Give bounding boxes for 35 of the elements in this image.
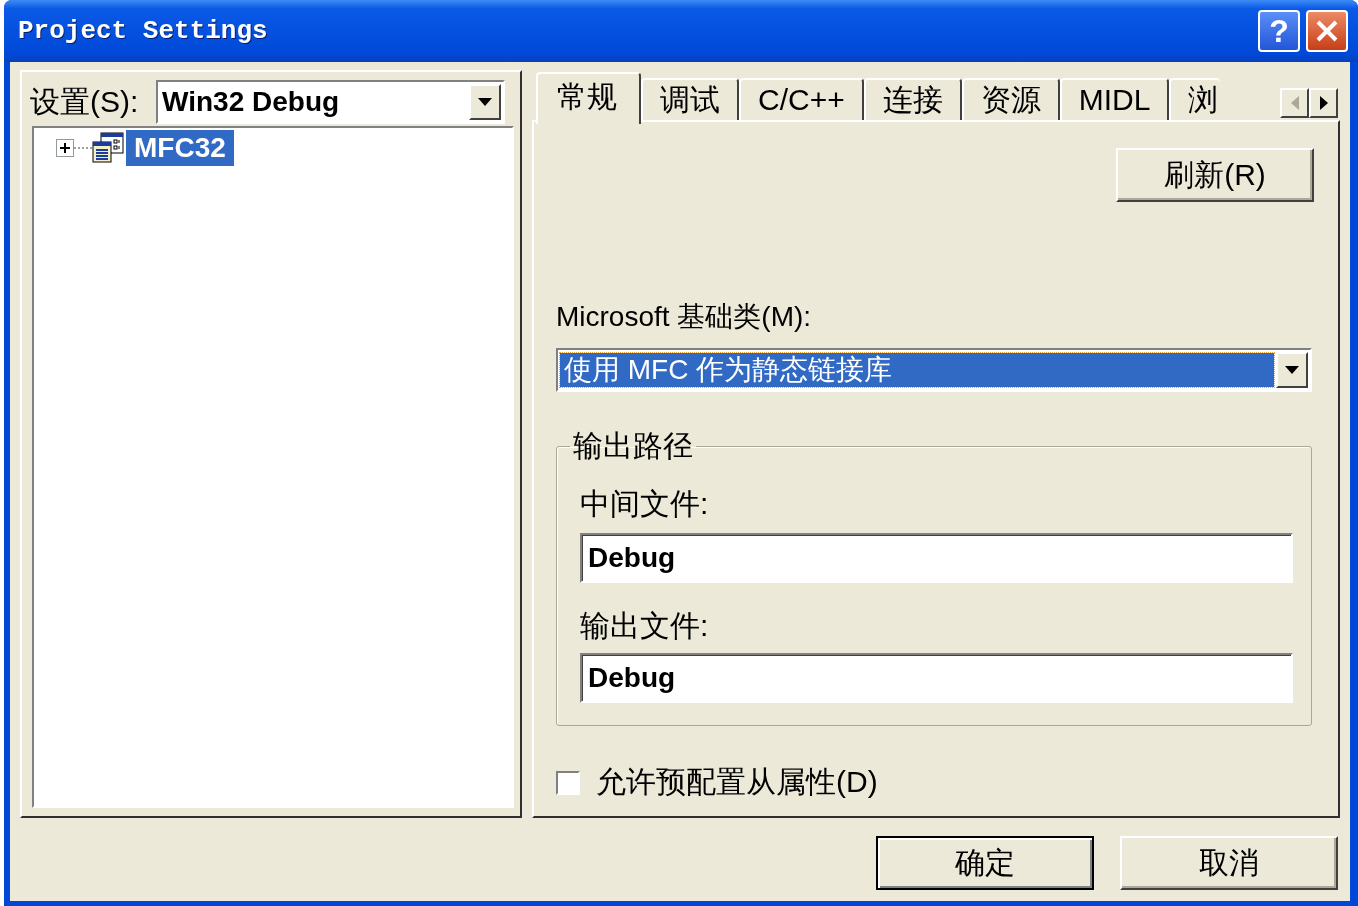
dropdown-button[interactable] — [469, 84, 501, 120]
tab[interactable]: C/C++ — [739, 78, 864, 120]
text-field[interactable]: Debug — [580, 653, 1293, 703]
tree-item[interactable]: MFC32 — [126, 130, 234, 166]
window-title: Project Settings — [18, 16, 268, 46]
caret-icon — [478, 98, 492, 106]
field-label: 输出文件: — [580, 609, 710, 643]
tab[interactable]: 常规 — [536, 72, 641, 124]
caret-icon — [1285, 366, 1299, 374]
framework-dropdown[interactable]: 使用 MFC 作为静态链接库 — [556, 348, 1312, 392]
checkbox[interactable] — [556, 770, 580, 795]
close-button[interactable] — [1306, 10, 1348, 52]
tab[interactable]: 资源 — [961, 78, 1060, 120]
tab[interactable]: 调试 — [641, 78, 739, 120]
tab[interactable]: 浏 — [1169, 78, 1221, 120]
dropdown-button[interactable] — [1276, 352, 1308, 388]
help-button[interactable]: ? — [1258, 10, 1300, 52]
right-triangle-icon — [1319, 96, 1328, 110]
dialog-button[interactable]: 确定 — [876, 836, 1094, 890]
checkbox-label: 允许预配置从属性(D) — [596, 764, 878, 800]
tab-scroll-button[interactable] — [1309, 88, 1338, 118]
close-icon — [1316, 20, 1338, 42]
project-window-icon — [92, 132, 124, 164]
expand-icon[interactable] — [56, 139, 74, 157]
framework-label: Microsoft 基础类(M): — [556, 300, 813, 334]
tab[interactable]: MIDL — [1059, 78, 1170, 120]
left-triangle-icon — [1290, 96, 1299, 110]
dialog-button[interactable]: 取消 — [1120, 836, 1338, 890]
field-label: 中间文件: — [580, 487, 710, 521]
text-field[interactable]: Debug — [580, 533, 1293, 583]
settings-label: 设置(S): — [30, 83, 140, 120]
group-title: 输出路径 — [572, 428, 694, 464]
configuration-dropdown[interactable]: Win32 Debug — [156, 80, 505, 124]
tab[interactable]: 连接 — [863, 78, 962, 120]
refresh-button[interactable]: 刷新(R) — [1116, 148, 1314, 202]
